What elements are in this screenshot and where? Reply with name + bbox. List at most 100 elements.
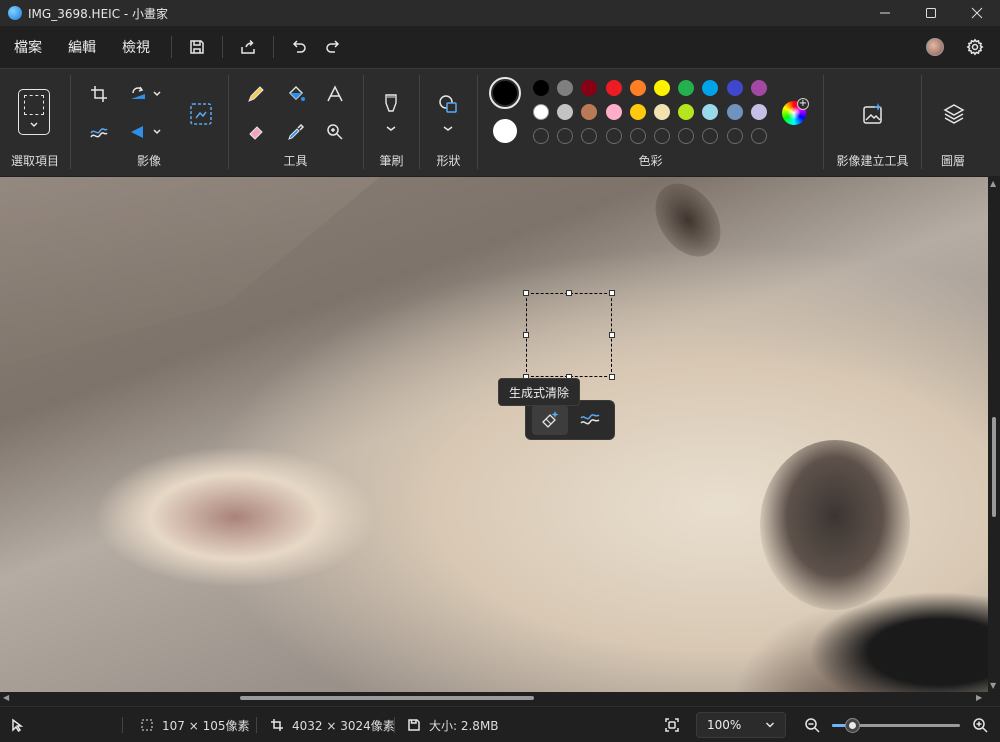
palette-color-swatch[interactable] xyxy=(605,104,622,120)
minimize-button[interactable] xyxy=(862,0,908,26)
palette-color-swatch[interactable] xyxy=(533,104,549,120)
secondary-color-swatch[interactable] xyxy=(493,119,517,143)
resize-button[interactable] xyxy=(184,97,218,131)
chevron-down-icon xyxy=(30,122,38,128)
save-icon xyxy=(190,40,204,54)
image-creator-button[interactable] xyxy=(856,97,890,131)
zoom-in-button[interactable] xyxy=(972,707,988,742)
text-icon xyxy=(327,85,343,102)
custom-color-slot[interactable] xyxy=(726,128,743,144)
palette-color-swatch[interactable] xyxy=(629,104,646,120)
resize-handle[interactable] xyxy=(609,374,615,380)
select-group-label: 選取項目 xyxy=(10,154,59,168)
vertical-scrollbar[interactable]: ▲ ▼ xyxy=(988,177,1000,692)
tools-group: 工具 xyxy=(229,69,362,177)
image-size-status: 4032 × 3024像素 xyxy=(270,707,395,742)
color-picker-button[interactable] xyxy=(281,117,311,147)
crop-icon xyxy=(91,86,107,102)
custom-color-slot[interactable] xyxy=(533,128,549,144)
selection-size-status: 107 × 105像素 xyxy=(140,707,250,742)
account-button[interactable] xyxy=(918,30,952,64)
zoom-slider[interactable] xyxy=(832,718,960,733)
fill-button[interactable] xyxy=(281,79,311,109)
custom-color-slot[interactable] xyxy=(654,128,670,144)
status-divider xyxy=(394,717,395,733)
redo-button[interactable] xyxy=(316,30,350,64)
resize-handle[interactable] xyxy=(566,290,572,296)
generative-erase-button[interactable] xyxy=(532,405,568,435)
horizontal-scroll-thumb[interactable] xyxy=(240,696,534,700)
flip-button[interactable] xyxy=(123,117,169,147)
primary-color-swatch[interactable] xyxy=(489,77,521,109)
primary-color-fill xyxy=(493,81,517,105)
zoom-slider-knob[interactable] xyxy=(845,718,861,733)
palette-color-swatch[interactable] xyxy=(726,104,743,120)
share-icon xyxy=(241,39,255,54)
palette-color-swatch[interactable] xyxy=(750,104,767,120)
remove-background-selection-button[interactable] xyxy=(572,405,608,435)
resize-handle[interactable] xyxy=(523,290,529,296)
crop-button[interactable] xyxy=(84,79,114,109)
magnifier-button[interactable] xyxy=(320,117,350,147)
fit-to-window-icon xyxy=(665,718,679,732)
scroll-right-icon[interactable]: ▶ xyxy=(976,693,982,702)
rotate-button[interactable] xyxy=(123,79,169,109)
pencil-button[interactable] xyxy=(241,79,271,109)
shapes-icon xyxy=(439,95,457,131)
brush-icon xyxy=(385,94,397,131)
custom-color-slot[interactable] xyxy=(750,128,767,144)
menu-view[interactable]: 檢視 xyxy=(109,26,163,68)
text-button[interactable] xyxy=(320,79,350,109)
save-button[interactable] xyxy=(180,30,214,64)
custom-color-slot[interactable] xyxy=(629,128,646,144)
palette-color-swatch[interactable] xyxy=(654,104,670,120)
palette-color-swatch[interactable] xyxy=(629,80,646,96)
layers-button[interactable] xyxy=(937,97,971,131)
undo-icon xyxy=(292,40,306,53)
menu-divider xyxy=(171,36,172,58)
brush-button[interactable] xyxy=(376,91,406,137)
scroll-down-icon[interactable]: ▼ xyxy=(990,681,996,690)
palette-color-swatch[interactable] xyxy=(533,80,549,96)
custom-color-slot[interactable] xyxy=(605,128,622,144)
menu-file[interactable]: 檔案 xyxy=(0,26,55,68)
share-button[interactable] xyxy=(231,30,265,64)
palette-color-swatch[interactable] xyxy=(605,80,622,96)
pencil-icon xyxy=(248,86,264,102)
eraser-button[interactable] xyxy=(241,117,271,147)
add-color-icon: + xyxy=(797,98,809,110)
select-tool-button[interactable] xyxy=(18,89,50,135)
maximize-button[interactable] xyxy=(908,0,954,26)
remove-background-button[interactable] xyxy=(84,117,114,147)
layers-group-label: 圖層 xyxy=(940,154,965,168)
resize-handle[interactable] xyxy=(609,290,615,296)
remove-background-icon xyxy=(90,128,108,138)
palette-color-swatch[interactable] xyxy=(654,80,670,96)
avatar xyxy=(926,38,944,56)
magnifier-icon xyxy=(327,124,343,140)
scroll-left-icon[interactable]: ◀ xyxy=(3,693,9,702)
shapes-button[interactable] xyxy=(433,91,463,137)
fit-to-window-button[interactable] xyxy=(664,707,680,742)
menu-edit[interactable]: 編輯 xyxy=(55,26,109,68)
image-size-value: 4032 × 3024像素 xyxy=(292,718,395,733)
file-size-status: 大小: 2.8MB xyxy=(407,707,499,742)
close-button[interactable] xyxy=(954,0,1000,26)
resize-handle[interactable] xyxy=(523,332,529,338)
vertical-scroll-thumb[interactable] xyxy=(992,417,996,517)
selection-rectangle[interactable] xyxy=(523,290,615,380)
resize-handle[interactable] xyxy=(609,332,615,338)
palette-color-swatch[interactable] xyxy=(726,80,743,96)
settings-button[interactable] xyxy=(958,30,992,64)
zoom-dropdown[interactable]: 100% xyxy=(696,712,786,738)
canvas-image-detail xyxy=(642,177,734,269)
menu-bar: 檔案 編輯 檢視 xyxy=(0,26,1000,68)
horizontal-scrollbar[interactable]: ◀ ▶ xyxy=(0,692,1000,704)
chevron-down-icon xyxy=(765,722,775,728)
undo-button[interactable] xyxy=(282,30,316,64)
shapes-group-label: 形狀 xyxy=(436,154,461,168)
select-group: 選取項目 xyxy=(0,69,70,177)
palette-color-swatch[interactable] xyxy=(750,80,767,96)
zoom-out-button[interactable] xyxy=(804,707,820,742)
scroll-up-icon[interactable]: ▲ xyxy=(990,179,996,188)
